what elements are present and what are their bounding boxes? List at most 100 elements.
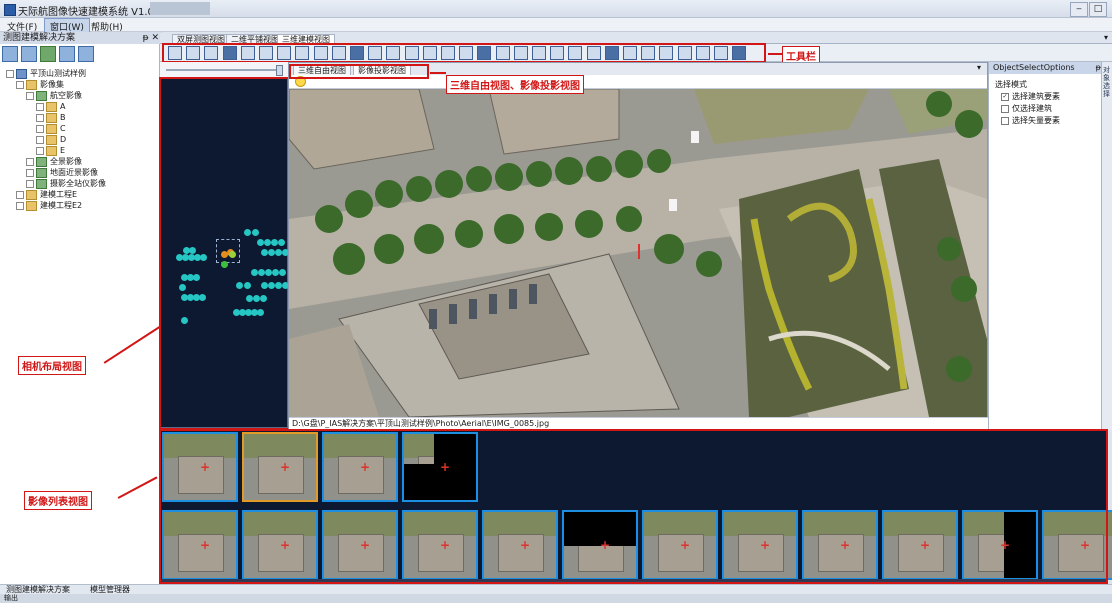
checkbox-buildings-only[interactable]: [1001, 104, 1009, 113]
tree-item-label: 地面近景影像: [50, 168, 98, 177]
side-dock-strip[interactable]: 对象选择: [1101, 62, 1112, 430]
img-icon: [36, 156, 47, 167]
toolbar-highlight: [162, 43, 766, 63]
tree-item-label: 全景影像: [50, 157, 82, 166]
window-title: 天际航图像快速建模系统 V1.0: [18, 7, 154, 18]
add-user-icon[interactable]: [40, 46, 56, 62]
tree-item[interactable]: B: [36, 112, 66, 123]
maximize-button[interactable]: □: [1089, 2, 1107, 17]
proj-icon: [16, 68, 27, 79]
expand-icon[interactable]: [36, 124, 44, 133]
app-icon: [4, 4, 16, 16]
object-select-header: ObjectSelectOptions ᵽ: [989, 62, 1106, 74]
solution-toolbar: [2, 46, 97, 66]
open-project-icon[interactable]: [21, 46, 37, 62]
tree-item[interactable]: 建模工程E2: [16, 200, 82, 211]
tree-item-label: 影像集: [40, 80, 64, 89]
camera-slider-track[interactable]: [166, 69, 282, 71]
tree-item[interactable]: 影像集: [16, 79, 64, 90]
minimize-button[interactable]: ‒: [1070, 2, 1088, 17]
new-project-icon[interactable]: [2, 46, 18, 62]
folder-icon: [26, 79, 37, 90]
folder-icon: [46, 145, 57, 156]
view-tabs-arrow: [430, 72, 446, 74]
expand-icon[interactable]: [26, 179, 34, 188]
expand-icon[interactable]: [36, 113, 44, 122]
folder-icon: [46, 134, 57, 145]
pin-close-icon[interactable]: ᵽ ✕: [143, 32, 159, 44]
option-select-vector-elements[interactable]: 选择矢量要素: [1001, 116, 1060, 126]
aerial-image[interactable]: [289, 89, 987, 417]
camera-layout-highlight: [159, 77, 290, 430]
tree-item-label: 平顶山测试样例: [30, 69, 86, 78]
solution-panel-header: 测图建模解决方案 ᵽ ✕: [0, 32, 163, 44]
select-mode-label: 选择模式: [995, 80, 1027, 89]
tree-item[interactable]: A: [36, 101, 65, 112]
camera-slider-handle[interactable]: [276, 65, 283, 76]
image-list-highlight: [159, 429, 1108, 584]
image-list-callout: 影像列表视图: [24, 491, 92, 510]
tree-item-label: D: [60, 135, 67, 144]
tree-item[interactable]: 航空影像: [26, 90, 82, 101]
view-tabs-callout: 三维自由视图、影像投影视图: [446, 75, 584, 94]
option-select-buildings-only[interactable]: 仅选择建筑: [1001, 104, 1052, 114]
option-label: 选择建筑要素: [1012, 92, 1060, 101]
img-icon: [36, 167, 47, 178]
expand-icon[interactable]: [16, 201, 24, 210]
expand-icon[interactable]: [16, 80, 24, 89]
tree-item[interactable]: 建模工程E: [16, 189, 77, 200]
tree-item[interactable]: E: [36, 145, 65, 156]
tree-item-label: A: [60, 102, 66, 111]
side-dock-label: 对象选择: [1103, 66, 1110, 98]
status-bar: 输出: [0, 594, 1112, 603]
expand-icon[interactable]: [36, 135, 44, 144]
menu-bar: 文件(F) 窗口(W) 帮助(H): [0, 18, 1112, 35]
tab-dropdown-icon[interactable]: ▾: [1104, 33, 1108, 42]
object-select-title: ObjectSelectOptions: [993, 63, 1075, 72]
img-icon: [36, 178, 47, 189]
option-label: 仅选择建筑: [1012, 104, 1052, 113]
title-bar: 天际航图像快速建模系统 V1.0 ‒ □: [0, 0, 1112, 18]
expand-icon[interactable]: [26, 157, 34, 166]
folder-icon: [46, 123, 57, 134]
expand-icon[interactable]: [26, 168, 34, 177]
tree-item-label: 建模工程E2: [40, 201, 83, 210]
folder-icon: [46, 101, 57, 112]
tree-item[interactable]: 地面近景影像: [26, 167, 98, 178]
folder-icon: [46, 112, 57, 123]
solution-panel-title: 测图建模解决方案: [3, 33, 76, 43]
tree-item[interactable]: D: [36, 134, 66, 145]
view-tabs-highlight: [289, 64, 429, 79]
aerial-image-drawing: [289, 89, 987, 417]
camera-slider-bar: [160, 62, 288, 78]
tree-item[interactable]: 摄影全站仪影像: [26, 178, 106, 189]
tree-item-label: E: [60, 146, 66, 155]
tree-item[interactable]: C: [36, 123, 66, 134]
tree-item[interactable]: 全景影像: [26, 156, 82, 167]
folder-icon: [26, 200, 37, 211]
camera-layout-callout: 相机布局视图: [18, 356, 86, 375]
toolbar-arrow: [768, 53, 782, 55]
tree-item-label: 建模工程E: [40, 190, 78, 199]
bottom-tabs: 测图建模解决方案 模型管理器: [0, 584, 1112, 594]
img-icon: [36, 90, 47, 101]
expand-icon[interactable]: [6, 69, 14, 78]
expand-icon[interactable]: [26, 91, 34, 100]
checkbox-building-elements[interactable]: ✓: [1001, 92, 1009, 101]
checkbox-vector-elements[interactable]: [1001, 116, 1009, 125]
title-blur: [150, 2, 210, 15]
tree-item-label: B: [60, 113, 66, 122]
export-icon[interactable]: [78, 46, 94, 62]
tree-item[interactable]: 平顶山测试样例: [6, 68, 86, 79]
view-dropdown-icon[interactable]: ▾: [977, 63, 981, 72]
tree-item-label: 摄影全站仪影像: [50, 179, 106, 188]
expand-icon[interactable]: [16, 190, 24, 199]
image-set-icon[interactable]: [59, 46, 75, 62]
view-3d-panel: 三维自由视图 影像投影视图 ▾ D:\G盘\P_IAS解决方案\平顶山测试样例\…: [288, 62, 990, 430]
tree-item-label: C: [60, 124, 66, 133]
expand-icon[interactable]: [36, 102, 44, 111]
output-label[interactable]: 输出: [4, 594, 18, 603]
option-select-building-elements[interactable]: ✓ 选择建筑要素: [1001, 92, 1060, 102]
tree-item-label: 航空影像: [50, 91, 82, 100]
expand-icon[interactable]: [36, 146, 44, 155]
